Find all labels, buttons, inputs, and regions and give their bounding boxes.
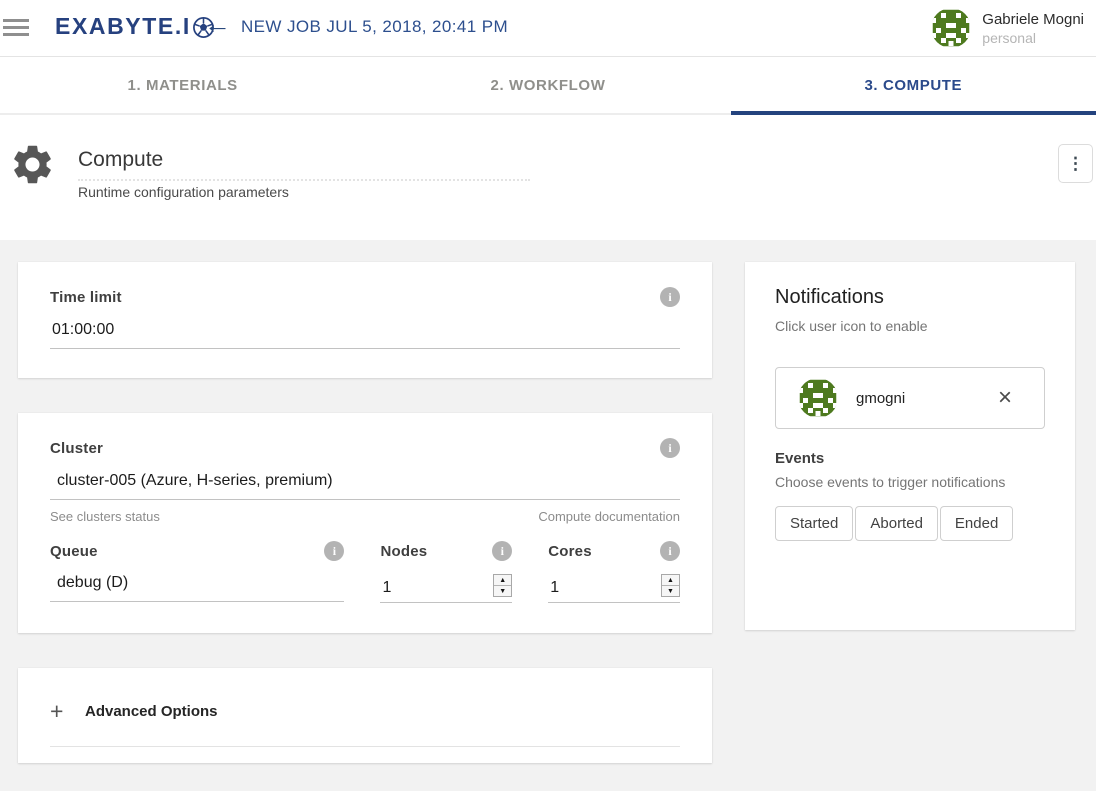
events-label: Events [775, 450, 1045, 467]
nodes-input[interactable] [380, 579, 442, 597]
time-limit-input[interactable] [50, 321, 680, 349]
title-dashed-rule [78, 179, 530, 181]
tab-compute[interactable]: 3. COMPUTE [731, 57, 1096, 113]
chip-avatar[interactable] [798, 378, 838, 418]
notifications-card: Notifications Click user icon to enable [745, 262, 1075, 630]
user-menu[interactable]: Gabriele Mogni personal [931, 8, 1084, 48]
nodes-info-icon[interactable]: i [492, 541, 512, 561]
cores-input[interactable] [548, 579, 610, 597]
time-limit-label: Time limit [50, 289, 122, 306]
event-ended-button[interactable]: Ended [940, 506, 1013, 541]
plus-icon[interactable]: + [50, 698, 85, 725]
queue-label: Queue [50, 543, 98, 560]
more-actions-button[interactable]: ⋮ [1058, 144, 1093, 183]
compute-section-header: Compute Runtime configuration parameters… [0, 117, 1096, 240]
events-hint: Choose events to trigger notifications [775, 474, 1045, 490]
clusters-status-link[interactable]: See clusters status [50, 509, 160, 524]
notifications-title: Notifications [775, 286, 1045, 309]
advanced-options-toggle[interactable]: + Advanced Options [50, 698, 680, 725]
nodes-field: Nodes i ▲ ▼ [380, 541, 512, 603]
user-name: Gabriele Mogni [982, 11, 1084, 28]
nodes-stepper[interactable]: ▲ ▼ [493, 574, 512, 597]
advanced-options-label: Advanced Options [85, 703, 218, 720]
wizard-tabs: 1. MATERIALS 2. WORKFLOW 3. COMPUTE [0, 57, 1096, 115]
event-buttons: Started Aborted Ended [775, 506, 1045, 541]
queue-field: Queue i [50, 541, 344, 603]
compute-docs-link[interactable]: Compute documentation [538, 509, 680, 524]
app-header: EXABYTE.I ← NEW JOB JUL 5, 2018, 20:41 P… [0, 0, 1096, 57]
cores-label: Cores [548, 543, 592, 560]
cores-step-up-icon[interactable]: ▲ [662, 575, 679, 585]
kebab-icon: ⋮ [1067, 154, 1084, 174]
app-logo[interactable]: EXABYTE.I [55, 13, 215, 40]
cluster-label: Cluster [50, 440, 103, 457]
close-icon[interactable]: × [998, 384, 1012, 412]
cores-info-icon[interactable]: i [660, 541, 680, 561]
notification-user-chip[interactable]: gmogni × [775, 367, 1045, 429]
nodes-label: Nodes [380, 543, 427, 560]
advanced-options-card: + Advanced Options [18, 668, 712, 763]
nodes-step-down-icon[interactable]: ▼ [494, 585, 511, 596]
time-limit-info-icon[interactable]: i [660, 287, 680, 307]
page-subtitle: Runtime configuration parameters [78, 184, 289, 200]
user-identicon [931, 8, 971, 48]
notifications-hint: Click user icon to enable [775, 318, 1045, 334]
back-arrow-icon[interactable]: ← [204, 9, 231, 40]
logo-text: EXABYTE.I [55, 13, 191, 40]
cluster-info-icon[interactable]: i [660, 438, 680, 458]
job-title: NEW JOB JUL 5, 2018, 20:41 PM [241, 17, 508, 37]
queue-info-icon[interactable]: i [324, 541, 344, 561]
event-aborted-button[interactable]: Aborted [855, 506, 938, 541]
cluster-card: Cluster i See clusters status Compute do… [18, 413, 712, 633]
time-limit-card: Time limit i [18, 262, 712, 378]
cores-stepper[interactable]: ▲ ▼ [661, 574, 680, 597]
cores-step-down-icon[interactable]: ▼ [662, 585, 679, 596]
user-avatar[interactable] [931, 8, 971, 48]
menu-icon[interactable] [3, 19, 30, 38]
cluster-select[interactable] [50, 472, 680, 500]
tab-workflow[interactable]: 2. WORKFLOW [365, 57, 730, 113]
chip-username: gmogni [856, 390, 905, 407]
tab-materials[interactable]: 1. MATERIALS [0, 57, 365, 113]
user-account: personal [982, 30, 1084, 46]
nodes-step-up-icon[interactable]: ▲ [494, 575, 511, 585]
cores-field: Cores i ▲ ▼ [548, 541, 680, 603]
page-title: Compute [78, 148, 163, 172]
queue-select[interactable] [50, 574, 344, 602]
user-identicon [798, 378, 838, 418]
event-started-button[interactable]: Started [775, 506, 853, 541]
divider [50, 746, 680, 747]
gear-icon [9, 141, 56, 188]
